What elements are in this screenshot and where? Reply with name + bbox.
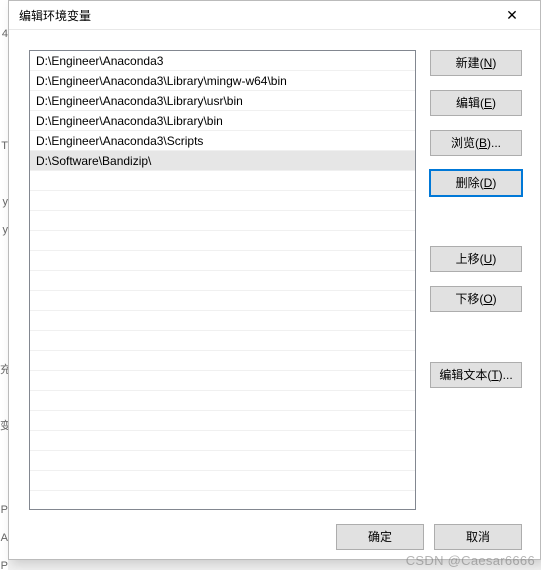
- list-item[interactable]: .: [30, 351, 415, 371]
- watermark: CSDN @Caesar6666: [406, 553, 535, 568]
- list-item[interactable]: .: [30, 431, 415, 451]
- list-item[interactable]: D:\Software\Bandizip\: [30, 151, 415, 171]
- list-item[interactable]: .: [30, 171, 415, 191]
- close-icon[interactable]: ✕: [492, 1, 532, 29]
- move-down-button[interactable]: 下移(O): [430, 286, 522, 312]
- edit-env-var-dialog: 编辑环境变量 ✕ D:\Engineer\Anaconda3D:\Enginee…: [8, 0, 541, 560]
- new-button[interactable]: 新建(N): [430, 50, 522, 76]
- cancel-button[interactable]: 取消: [434, 524, 522, 550]
- list-item[interactable]: .: [30, 451, 415, 471]
- dialog-title: 编辑环境变量: [19, 7, 492, 24]
- list-item[interactable]: .: [30, 251, 415, 271]
- list-item[interactable]: .: [30, 471, 415, 491]
- list-item[interactable]: .: [30, 311, 415, 331]
- list-item[interactable]: D:\Engineer\Anaconda3\Library\usr\bin: [30, 91, 415, 111]
- list-item[interactable]: .: [30, 371, 415, 391]
- browse-button[interactable]: 浏览(B)...: [430, 130, 522, 156]
- ok-button[interactable]: 确定: [336, 524, 424, 550]
- background-window-fragment: 4 T yy 充 变 PAPPPP: [0, 0, 8, 570]
- edit-text-button[interactable]: 编辑文本(T)...: [430, 362, 522, 388]
- edit-button[interactable]: 编辑(E): [430, 90, 522, 116]
- list-item[interactable]: .: [30, 491, 415, 510]
- list-item[interactable]: D:\Engineer\Anaconda3\Library\mingw-w64\…: [30, 71, 415, 91]
- path-listbox[interactable]: D:\Engineer\Anaconda3D:\Engineer\Anacond…: [29, 50, 416, 510]
- list-item[interactable]: D:\Engineer\Anaconda3: [30, 51, 415, 71]
- list-item[interactable]: .: [30, 391, 415, 411]
- list-item[interactable]: D:\Engineer\Anaconda3\Scripts: [30, 131, 415, 151]
- list-item[interactable]: D:\Engineer\Anaconda3\Library\bin: [30, 111, 415, 131]
- dialog-content: D:\Engineer\Anaconda3D:\Engineer\Anacond…: [9, 30, 540, 520]
- delete-button[interactable]: 删除(D): [430, 170, 522, 196]
- list-item[interactable]: .: [30, 231, 415, 251]
- list-item[interactable]: .: [30, 191, 415, 211]
- titlebar: 编辑环境变量 ✕: [9, 1, 540, 30]
- list-item[interactable]: .: [30, 271, 415, 291]
- move-up-button[interactable]: 上移(U): [430, 246, 522, 272]
- list-item[interactable]: .: [30, 211, 415, 231]
- list-item[interactable]: .: [30, 331, 415, 351]
- list-item[interactable]: .: [30, 411, 415, 431]
- button-sidebar: 新建(N) 编辑(E) 浏览(B)... 删除(D) 上移(U) 下移(O): [430, 50, 522, 510]
- list-item[interactable]: .: [30, 291, 415, 311]
